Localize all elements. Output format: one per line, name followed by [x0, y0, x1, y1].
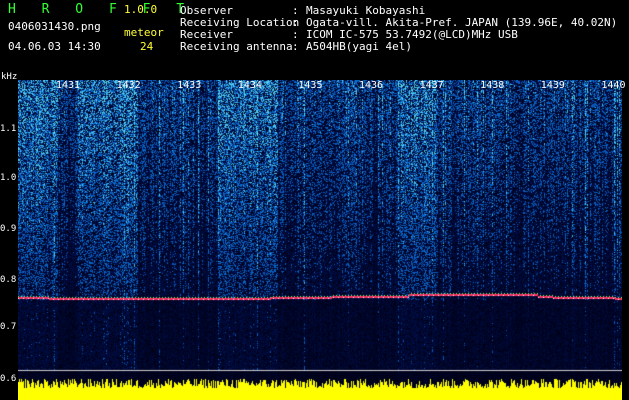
- x-tick-label: 1436: [359, 80, 384, 91]
- x-tick-label: 1432: [116, 80, 141, 91]
- file-name: 0406031430.png: [8, 20, 101, 33]
- app-version: 1.0.0: [124, 3, 158, 16]
- antenna-label: Receiving antenna: [180, 40, 293, 53]
- antenna-colon: :: [292, 40, 299, 53]
- x-tick-label: 1437: [419, 80, 444, 91]
- spectrogram-canvas: [18, 80, 622, 400]
- meteor-count: 24: [140, 40, 154, 53]
- y-tick-label: 0.9: [0, 224, 17, 234]
- date-time: 04.06.03 14:30: [8, 40, 101, 53]
- antenna-value: A504HB(yagi 4el): [306, 40, 412, 53]
- hrofft-window: H R O F F T 1.0.0 0406031430.png 04.06.0…: [0, 0, 629, 400]
- x-tick-label: 1435: [298, 80, 323, 91]
- meteor-label: meteor: [124, 26, 164, 39]
- x-tick-label: 1431: [56, 80, 81, 91]
- spectrogram: 1431 1432 1433 1434 1435 1436 1437 1438 1439 1440: [18, 80, 626, 400]
- y-axis-unit: kHz: [1, 72, 18, 82]
- x-tick-label: 1440: [601, 80, 626, 91]
- y-tick-label: 1.0: [0, 173, 17, 183]
- y-tick-label: 1.1: [0, 124, 17, 134]
- x-tick-label: 1439: [540, 80, 565, 91]
- y-tick-label: 0.6: [0, 374, 17, 384]
- x-tick-label: 1438: [480, 80, 505, 91]
- x-tick-label: 1434: [237, 80, 262, 91]
- app-logo: H R O F F T: [8, 2, 194, 17]
- x-tick-label: 1433: [177, 80, 202, 91]
- y-tick-label: 0.8: [0, 275, 17, 285]
- y-tick-label: 0.7: [0, 322, 17, 332]
